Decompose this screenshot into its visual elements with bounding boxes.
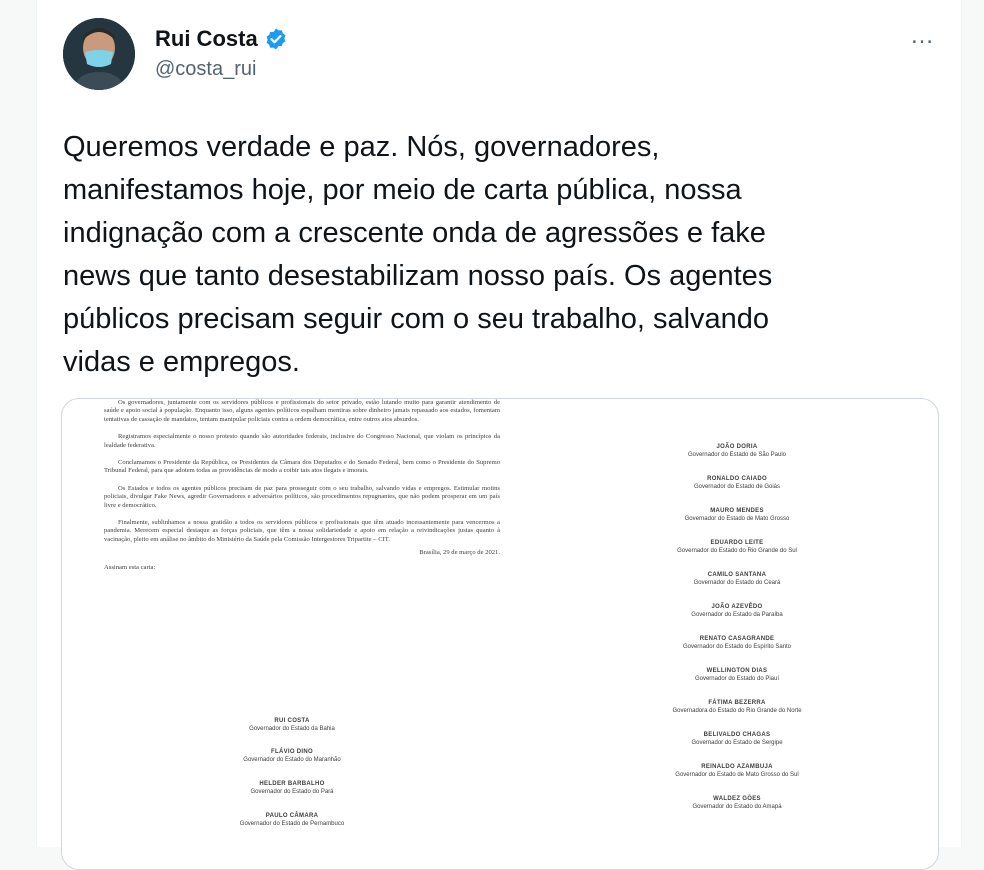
letter-paragraph: Conclamamos o Presidente da República, o… [104,459,500,475]
signatory-role: Governador do Estado do Espírito Santo [682,644,792,650]
signatory-name: RONALDO CAIADO [707,476,767,482]
tweet-media-image[interactable]: Os governadores, juntamente com os servi… [61,398,939,870]
signatory-role: Governador do Estado do Maranhão [243,757,341,763]
signatory-role: Governador do Estado do Rio Grande do Su… [677,548,797,554]
author-name[interactable]: Rui Costa [155,26,258,52]
signatory-name: PAULO CÂMARA [265,813,319,819]
signatory: BELIVALDO CHAGAS Governador do Estado de… [632,731,842,747]
letter-paragraph: Os Estados e todos os agentes públicos p… [104,484,500,509]
signatory: WELLINGTON DIAS Governador do Estado do … [632,667,842,683]
signatory-role: Governador do Estado do Pará [250,789,334,795]
more-options-icon[interactable]: … [910,22,935,50]
signatory: RENATO CASAGRANDE Governador do Estado d… [632,635,842,651]
signatory: REINALDO AZAMBUJA Governador do Estado d… [632,763,842,779]
signatory-name: REINALDO AZAMBUJA [701,764,773,770]
signatory-role: Governador do Estado do Amapá [692,804,782,810]
signatory-name: HELDER BARBALHO [259,781,325,787]
signatory-role: Governador do Estado do Piauí [694,676,780,682]
letter-date: Brasília, 29 de março de 2021. [419,549,500,557]
signatory-role: Governador do Estado de Mato Grosso [684,516,790,522]
signatory: EDUARDO LEITE Governador do Estado do Ri… [632,539,842,555]
signatory-name: FLÁVIO DINO [271,749,313,755]
signatory-role: Governadora do Estado do Rio Grande do N… [672,708,802,714]
signatory-name: MAURO MENDES [710,508,764,514]
signatory-role: Governador do Estado de Mato Grosso do S… [675,772,799,778]
signatory: JOÃO DORIA Governador do Estado de São P… [632,443,842,459]
signatory: CAMILO SANTANA Governador do Estado do C… [632,571,842,587]
signatory-name: WELLINGTON DIAS [706,668,768,674]
verified-badge-icon [266,28,286,50]
tweet-text: Queremos verdade e paz. Nós, governadore… [63,131,773,378]
signatory: HELDER BARBALHO Governador do Estado do … [202,780,382,796]
signatory-name: RENATO CASAGRANDE [699,636,775,642]
signatory-name: JOÃO DORIA [716,444,758,450]
signatory-role: Governador do Estado do Ceará [693,580,781,586]
signatory-role: Governador do Estado de Sergipe [691,740,783,746]
signatory: FÁTIMA BEZERRA Governadora do Estado do … [632,699,842,715]
signatory-name: EDUARDO LEITE [710,540,764,546]
signatory-role: Governador do Estado da Bahia [249,726,335,732]
signatory-name: JOÃO AZEVÊDO [711,604,763,610]
signatory-name: RUI COSTA [274,718,310,724]
signatory: RUI COSTA Governador do Estado da Bahia [202,717,382,733]
signatory-role: Governador do Estado de São Paulo [687,452,787,458]
tweet-card: Rui Costa @costa_rui … Queremos verdade … [36,0,962,870]
signatory: PAULO CÂMARA Governador do Estado de Per… [202,812,382,828]
author-handle[interactable]: @costa_rui [155,58,256,81]
letter-paragraph: Os governadores, juntamente com os servi… [104,399,500,423]
signatory: JOÃO AZEVÊDO Governador do Estado da Par… [632,603,842,619]
signatory-role: Governador do Estado de Pernambuco [239,821,345,827]
author-name-row[interactable]: Rui Costa [155,26,288,52]
avatar-image [63,18,135,90]
letter-sign-intro: Assinam esta carta: [104,563,156,571]
signatory: MAURO MENDES Governador do Estado de Mat… [632,507,842,523]
avatar[interactable] [63,18,135,90]
letter-paragraph: Registramos especialmente o nosso protes… [104,433,500,449]
signatory-role: Governador do Estado da Paraíba [691,612,783,618]
signatory-role: Governador do Estado de Goiás [693,484,781,490]
signatory-name: CAMILO SANTANA [707,572,767,578]
signatory-name: WALDEZ GÓES [713,796,761,802]
signatory: FLÁVIO DINO Governador do Estado do Mara… [202,748,382,764]
signatory: WALDEZ GÓES Governador do Estado do Amap… [632,795,842,811]
signatory-name: FÁTIMA BEZERRA [708,700,766,706]
signatory: RONALDO CAIADO Governador do Estado de G… [632,475,842,491]
letter-paragraph: Finalmente, sublinhamos a nossa gratidão… [104,519,500,543]
letter-body: Os governadores, juntamente com os servi… [104,399,500,572]
signatory-name: BELIVALDO CHAGAS [703,732,771,738]
